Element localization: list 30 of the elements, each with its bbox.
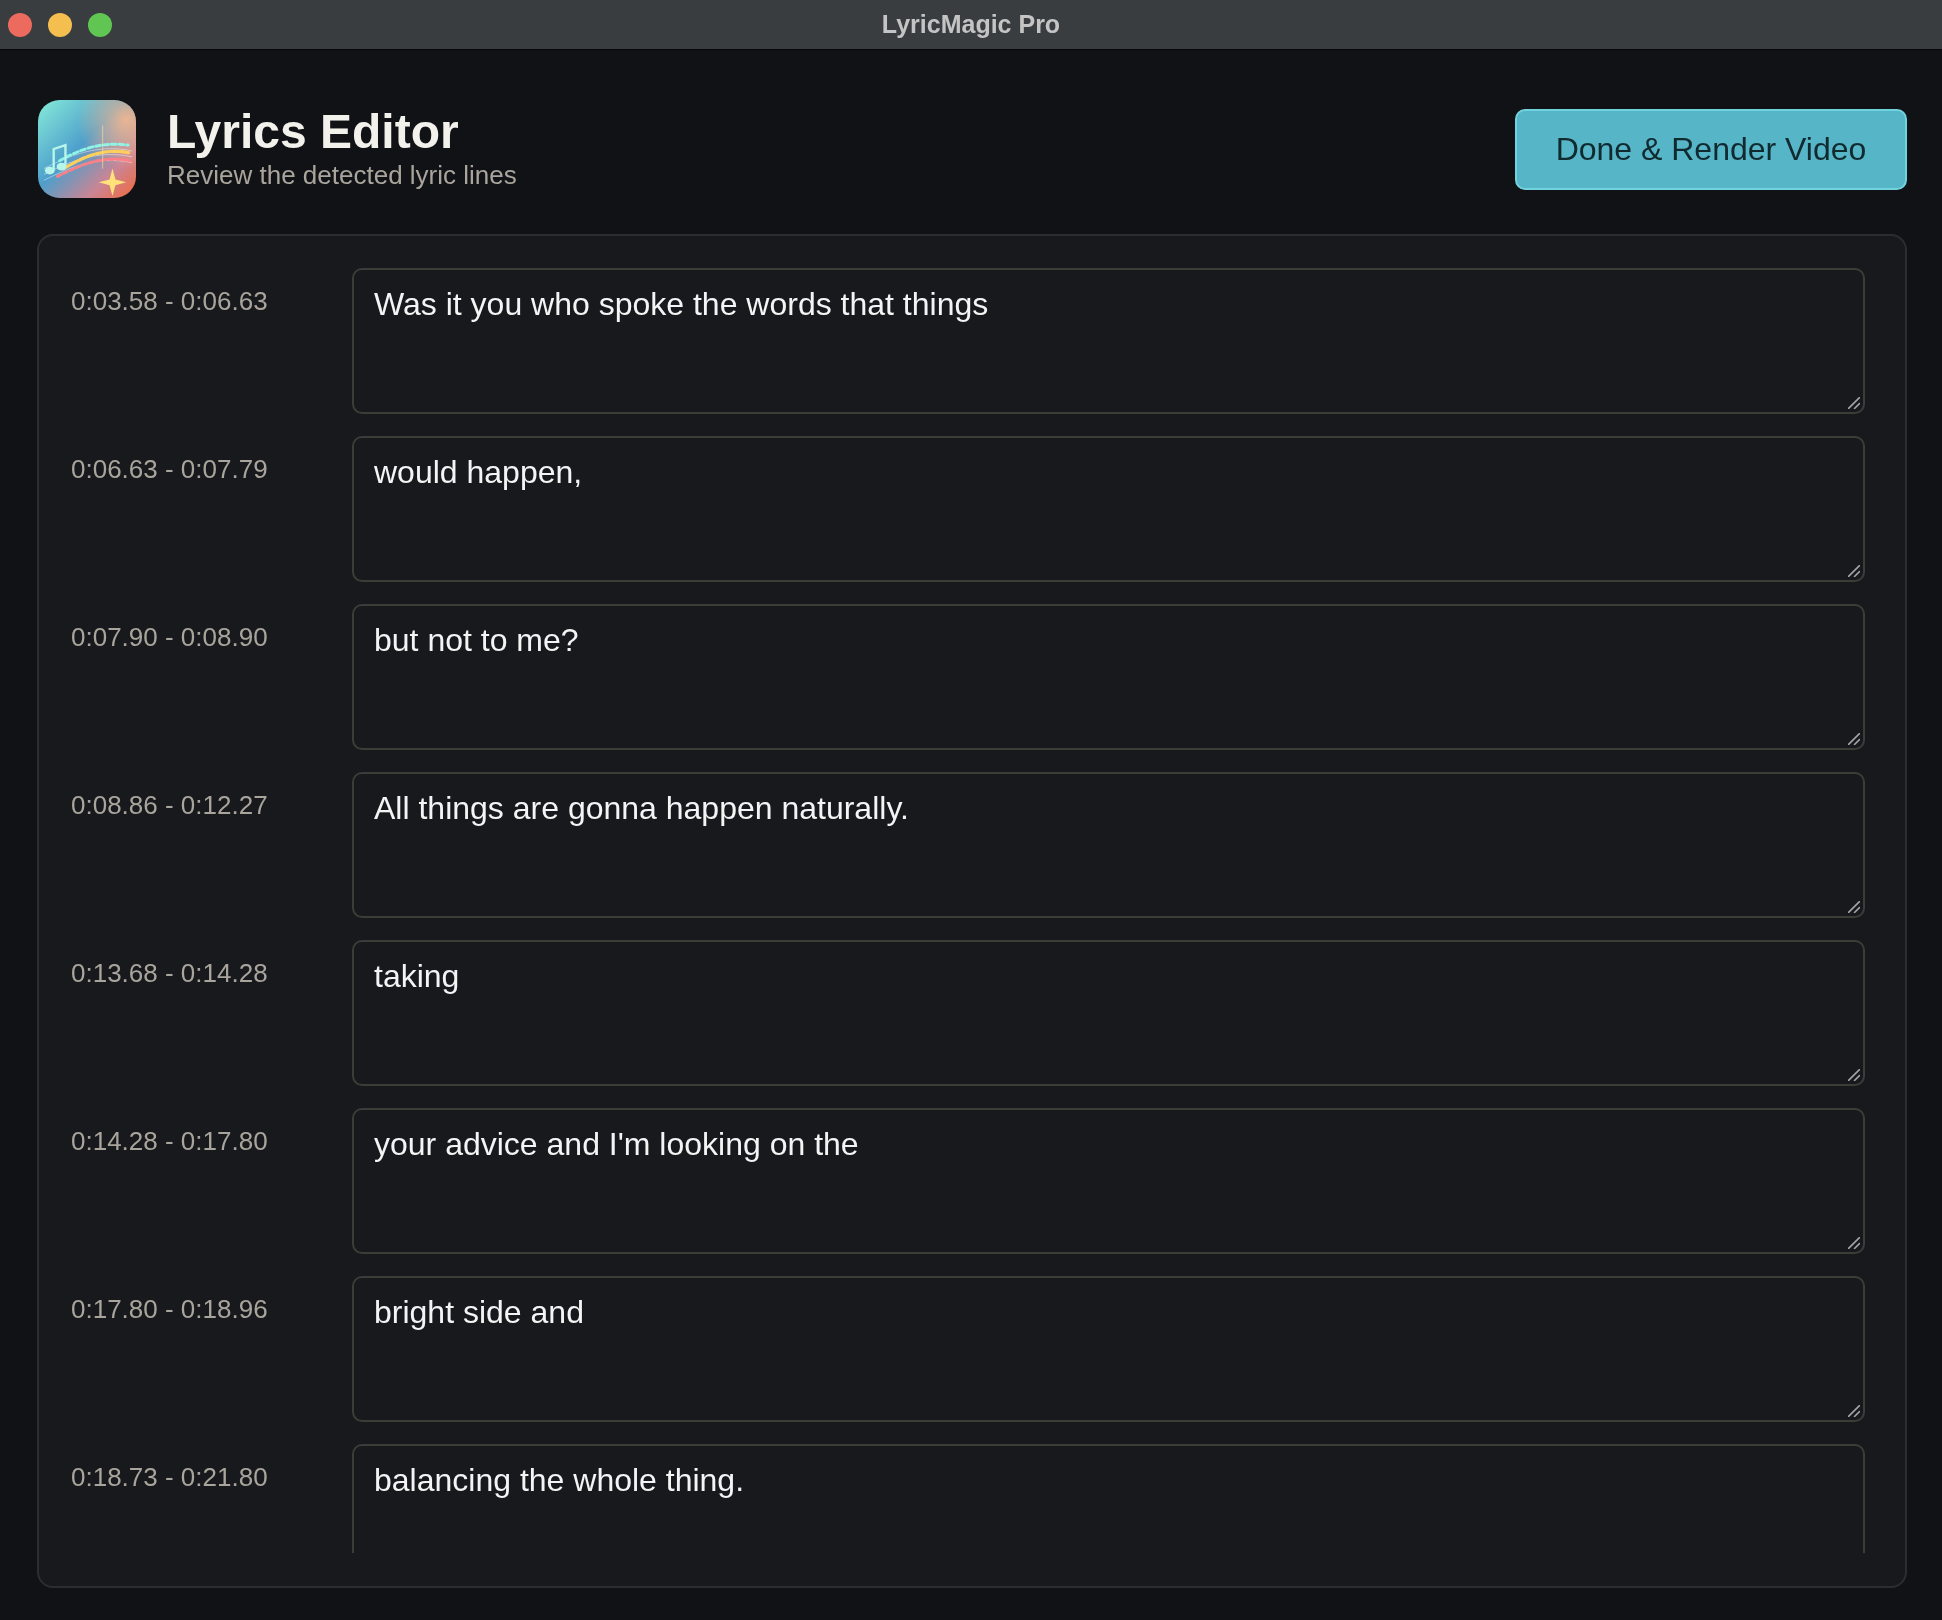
lyric-field[interactable]: bright side and	[352, 1276, 1865, 1422]
render-video-button[interactable]: Done & Render Video	[1515, 108, 1907, 190]
resize-grip-icon[interactable]	[1848, 397, 1860, 409]
lyric-field[interactable]: balancing the whole thing.	[352, 1444, 1865, 1553]
timestamp-label: 0:13.68 - 0:14.28	[71, 957, 269, 988]
timestamp-label: 0:17.80 - 0:18.96	[71, 1293, 269, 1324]
timestamp-label: 0:07.90 - 0:08.90	[71, 621, 269, 652]
timestamp-label: 0:14.28 - 0:17.80	[71, 1125, 269, 1156]
lyric-field[interactable]: All things are gonna happen naturally.	[352, 772, 1865, 918]
resize-grip-icon[interactable]	[1848, 565, 1860, 577]
lyric-field[interactable]: would happen,	[352, 436, 1865, 582]
page-title: Lyrics Editor	[167, 107, 459, 158]
resize-grip-icon[interactable]	[1848, 1069, 1860, 1081]
resize-grip-icon[interactable]	[1848, 901, 1860, 913]
timestamp-label: 0:06.63 - 0:07.79	[71, 453, 269, 484]
resize-grip-icon[interactable]	[1848, 1237, 1860, 1249]
lyric-field[interactable]: taking	[352, 940, 1865, 1086]
resize-grip-icon[interactable]	[1848, 733, 1860, 745]
close-button[interactable]	[8, 12, 32, 37]
timestamp-label: 0:18.73 - 0:21.80	[71, 1461, 269, 1492]
timestamp-label: 0:03.58 - 0:06.63	[71, 285, 269, 316]
lyric-field[interactable]: but not to me?	[352, 604, 1865, 750]
maximize-button[interactable]	[88, 12, 112, 37]
window-title: LyricMagic Pro	[881, 10, 1061, 39]
page-subtitle: Review the detected lyric lines	[167, 159, 517, 191]
lyric-field[interactable]: your advice and I'm looking on the	[352, 1108, 1865, 1254]
minimize-button[interactable]	[48, 12, 72, 37]
lyric-field[interactable]: Was it you who spoke the words that things	[352, 268, 1865, 414]
timestamp-label: 0:08.86 - 0:12.27	[71, 789, 269, 820]
resize-grip-icon[interactable]	[1848, 1405, 1860, 1417]
